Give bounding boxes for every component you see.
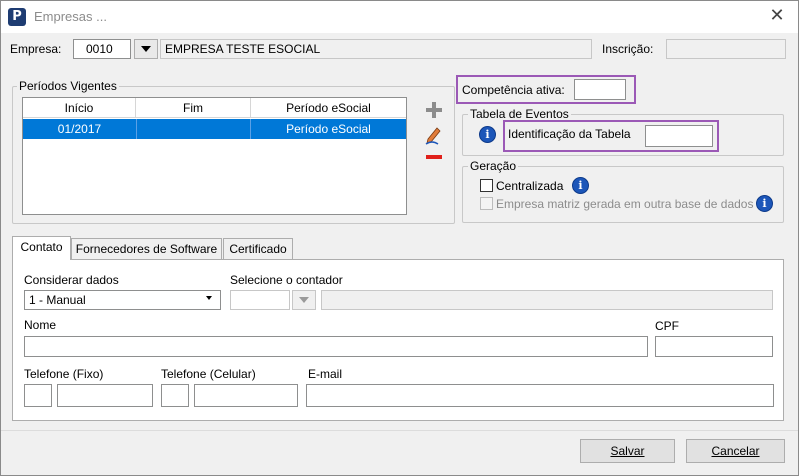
add-icon[interactable] — [426, 102, 442, 118]
matriz-label: Empresa matriz gerada em outra base de d… — [496, 197, 754, 211]
nome-field[interactable] — [24, 336, 648, 357]
competencia-field[interactable] — [574, 79, 626, 100]
empresa-name-field: EMPRESA TESTE ESOCIAL — [160, 39, 592, 59]
salvar-button[interactable]: Salvar — [580, 439, 675, 463]
considerar-select[interactable]: 1 - Manual — [24, 290, 221, 310]
cpf-field[interactable] — [655, 336, 773, 357]
identificacao-field[interactable] — [645, 125, 713, 147]
info-icon[interactable]: i — [479, 126, 496, 143]
cell-periodo: Período eSocial — [286, 122, 371, 136]
column-header-inicio[interactable]: Início — [23, 98, 136, 118]
contador-dropdown-button[interactable] — [292, 290, 316, 310]
info-icon[interactable]: i — [572, 177, 589, 194]
tab-contato[interactable]: Contato — [12, 236, 71, 260]
chevron-down-icon — [206, 296, 212, 300]
geracao-legend: Geração — [468, 159, 519, 173]
inscricao-field — [666, 39, 786, 59]
tab-join — [13, 259, 70, 261]
cell-fim — [136, 119, 251, 139]
nome-label: Nome — [24, 318, 57, 332]
window-title: Empresas ... — [34, 9, 107, 24]
footer-separator — [1, 430, 798, 431]
matriz-checkbox[interactable] — [480, 197, 493, 210]
column-header-fim[interactable]: Fim — [136, 98, 251, 118]
tabela-eventos-legend: Tabela de Eventos — [468, 107, 571, 121]
telefone-fixo-label: Telefone (Fixo) — [24, 367, 104, 381]
competencia-label: Competência ativa: — [462, 83, 565, 97]
app-logo-icon: P — [8, 8, 26, 26]
empresa-code-field[interactable]: 0010 — [73, 39, 131, 59]
column-header-periodo[interactable]: Período eSocial — [251, 98, 406, 118]
cell-inicio: 01/2017 — [57, 122, 102, 136]
centralizada-label: Centralizada — [496, 179, 564, 193]
telefone-celular-label: Telefone (Celular) — [161, 367, 256, 381]
periodos-vigentes-legend: Períodos Vigentes — [17, 79, 119, 93]
chevron-down-icon — [141, 46, 151, 52]
chevron-down-icon — [299, 297, 309, 303]
cpf-label: CPF — [655, 319, 679, 333]
identificacao-label: Identificação da Tabela — [508, 127, 631, 141]
periodos-grid[interactable]: Início Fim Período eSocial 01/2017 Perío… — [22, 97, 407, 215]
telefone-celular-ddd-field[interactable] — [161, 384, 189, 407]
email-label: E-mail — [308, 367, 343, 381]
tab-fornecedores[interactable]: Fornecedores de Software — [71, 238, 222, 260]
info-icon[interactable]: i — [756, 195, 773, 212]
edit-pencil-icon[interactable] — [424, 125, 444, 145]
salvar-label: Salvar — [610, 444, 645, 458]
centralizada-checkbox[interactable] — [480, 179, 493, 192]
contador-code-field[interactable] — [230, 290, 290, 310]
contador-label: Selecione o contador — [230, 273, 343, 287]
telefone-fixo-field[interactable] — [57, 384, 153, 407]
inscricao-label: Inscrição: — [602, 42, 654, 56]
close-icon[interactable]: ✕ — [766, 4, 788, 26]
cancelar-button[interactable]: Cancelar — [686, 439, 785, 463]
title-bar — [1, 1, 798, 33]
table-row[interactable]: 01/2017 Período eSocial — [23, 119, 406, 139]
empresa-dropdown-button[interactable] — [134, 39, 158, 59]
telefone-celular-field[interactable] — [194, 384, 298, 407]
empresa-label: Empresa: — [10, 42, 62, 56]
telefone-fixo-ddd-field[interactable] — [24, 384, 52, 407]
email-field[interactable] — [306, 384, 774, 407]
cancelar-label: Cancelar — [711, 444, 760, 458]
contador-name-field — [321, 290, 773, 310]
considerar-label: Considerar dados — [24, 273, 119, 287]
geracao-group — [462, 166, 784, 223]
remove-icon[interactable] — [426, 155, 442, 161]
tab-certificado[interactable]: Certificado — [223, 238, 293, 260]
